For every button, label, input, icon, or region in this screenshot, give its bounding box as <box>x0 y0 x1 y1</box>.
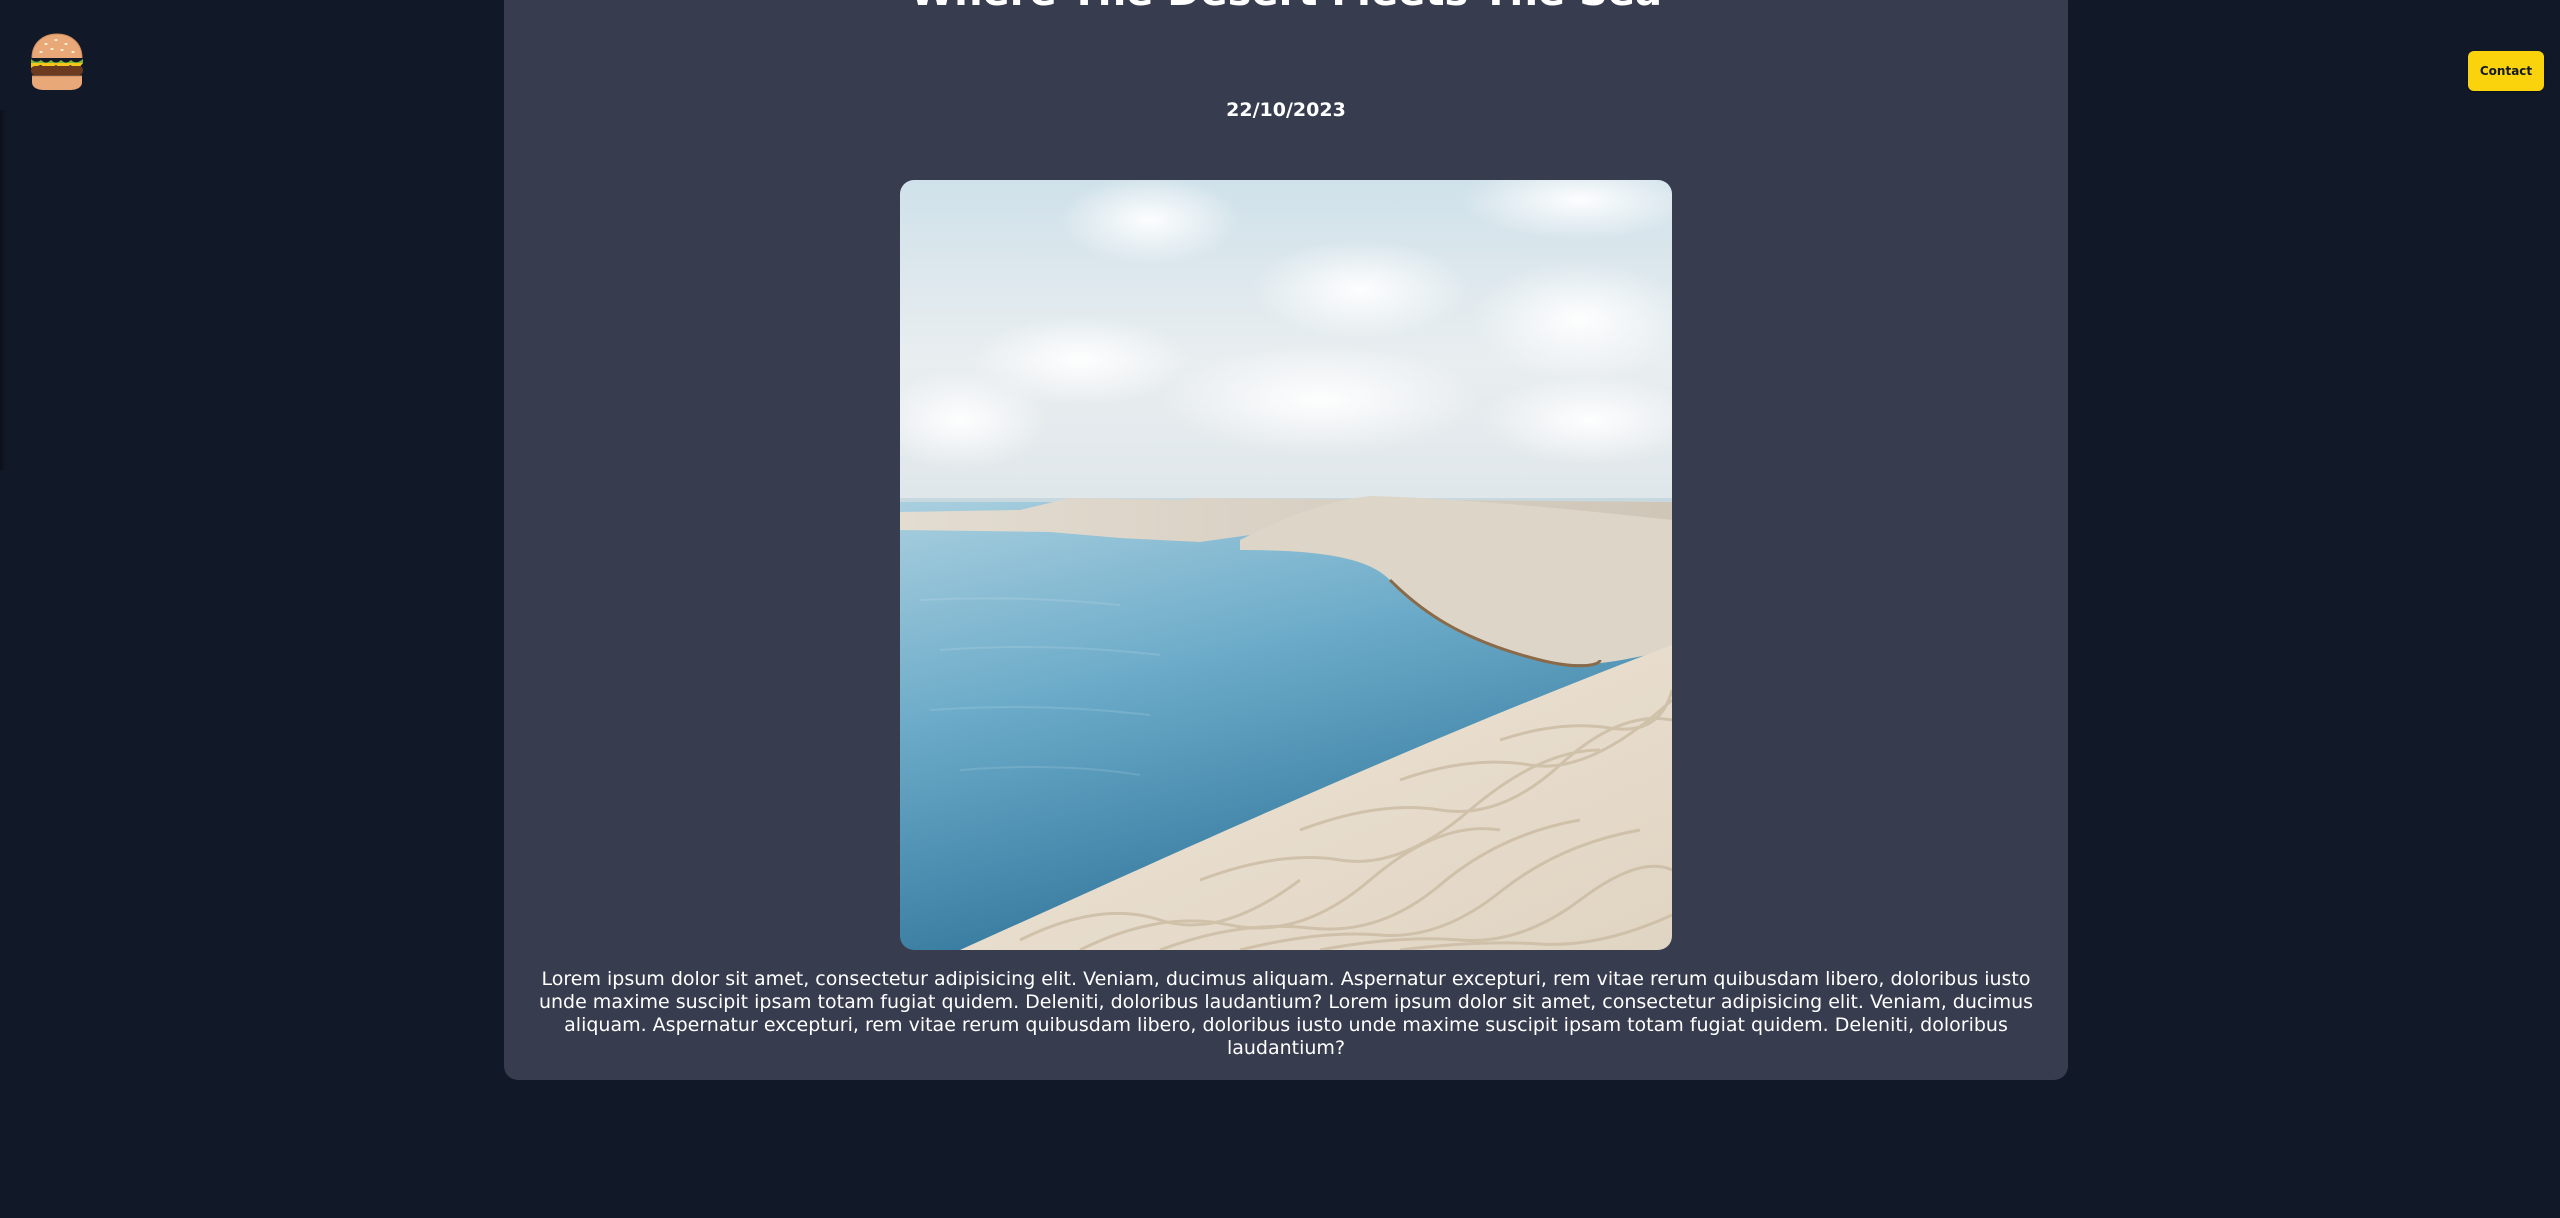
burger-icon <box>31 33 83 90</box>
post-body: Lorem ipsum dolor sit amet, consectetur … <box>538 968 2034 1059</box>
page: Contact Where The Desert Meets The Sea 2… <box>0 0 2560 1218</box>
contact-button[interactable]: Contact <box>2468 51 2544 91</box>
sidebar-edge-shadow <box>0 110 6 470</box>
menu-button[interactable] <box>28 32 86 92</box>
post-title: Where The Desert Meets The Sea <box>504 0 2068 16</box>
post-image <box>900 180 1672 950</box>
post-card: Where The Desert Meets The Sea 22/10/202… <box>504 0 2068 1080</box>
post-date: 22/10/2023 <box>1226 99 1346 121</box>
